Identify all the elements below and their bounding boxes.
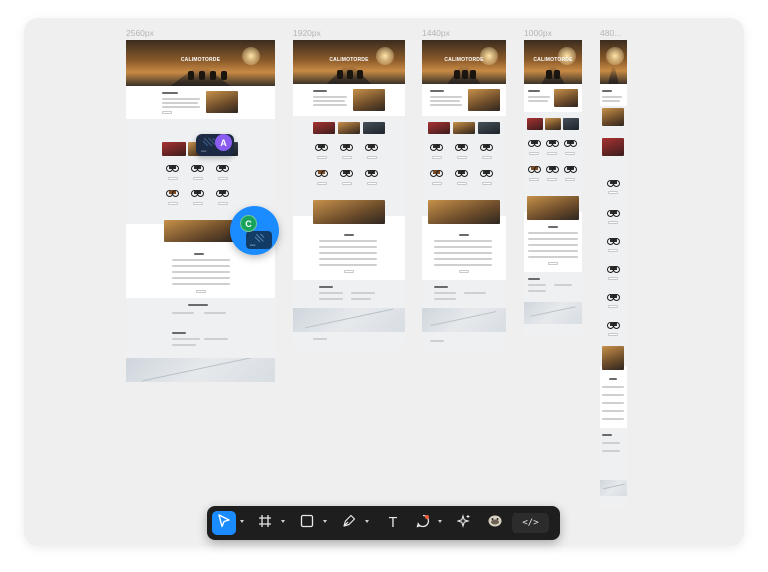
- shape-tool-button[interactable]: [295, 511, 319, 535]
- frame-label-2560[interactable]: 2560px: [126, 28, 154, 38]
- hero-image: CALIMOTORDE: [126, 40, 275, 86]
- text-icon: T: [389, 515, 397, 531]
- frame-label-480[interactable]: 480...: [600, 28, 621, 38]
- comment-tool-button[interactable]: [411, 511, 435, 535]
- hero-title: CALIMOTORDE: [444, 56, 484, 63]
- hero-title: CALIMOTORDE: [533, 56, 573, 63]
- frame-label-1440[interactable]: 1440px: [422, 28, 450, 38]
- frame-label-1000[interactable]: 1000px: [524, 28, 552, 38]
- collaborator-avatar-c[interactable]: C: [240, 215, 257, 232]
- design-canvas[interactable]: 2560px CALIMOTORDE ▪▪▪▪▪ A ▪▪▪▪▪ C 1920p…: [24, 18, 744, 546]
- collaborator-card-c: ▪▪▪▪▪: [246, 231, 272, 249]
- pointer-icon: [217, 513, 231, 533]
- frame-1440[interactable]: CALIMOTORDE: [422, 40, 506, 352]
- rectangle-icon: [300, 514, 314, 533]
- comment-icon: [416, 514, 430, 533]
- ai-sparkle-icon: [456, 513, 471, 533]
- text-tool-button[interactable]: T: [381, 511, 405, 535]
- pen-tool-button[interactable]: [337, 511, 361, 535]
- bottom-toolbar: T: [207, 506, 560, 540]
- shape-tool-chevron-down-icon[interactable]: [323, 520, 327, 523]
- move-tool-chevron-down-icon[interactable]: [240, 520, 244, 523]
- hero-title: CALIMOTORDE: [329, 56, 369, 63]
- pen-tool-chevron-down-icon[interactable]: [365, 520, 369, 523]
- frame-label-1920[interactable]: 1920px: [293, 28, 321, 38]
- frame-tool-button[interactable]: [253, 511, 277, 535]
- code-icon: </>: [522, 518, 539, 528]
- frame-icon: [258, 514, 272, 533]
- plugin-icon: [487, 514, 503, 533]
- hero-title: CALIMOTORDE: [180, 57, 221, 64]
- comment-tool-chevron-down-icon[interactable]: [438, 520, 442, 523]
- pen-icon: [342, 514, 356, 533]
- frame-tool-chevron-down-icon[interactable]: [281, 520, 285, 523]
- frame-1000[interactable]: CALIMOTORDE: [524, 40, 582, 338]
- plugins-button[interactable]: [483, 511, 507, 535]
- hero-image: [600, 40, 627, 84]
- move-tool-button[interactable]: [212, 511, 236, 535]
- hero-image: CALIMOTORDE: [293, 40, 405, 84]
- hero-image: CALIMOTORDE: [524, 40, 582, 84]
- dev-mode-toggle[interactable]: </>: [512, 513, 549, 533]
- hero-image: CALIMOTORDE: [422, 40, 506, 84]
- frame-1920[interactable]: CALIMOTORDE: [293, 40, 405, 350]
- collaborator-avatar-a[interactable]: A: [215, 134, 232, 151]
- ai-tool-button[interactable]: [452, 511, 476, 535]
- dev-mode-button[interactable]: </>: [512, 513, 549, 533]
- frame-480[interactable]: [600, 40, 627, 508]
